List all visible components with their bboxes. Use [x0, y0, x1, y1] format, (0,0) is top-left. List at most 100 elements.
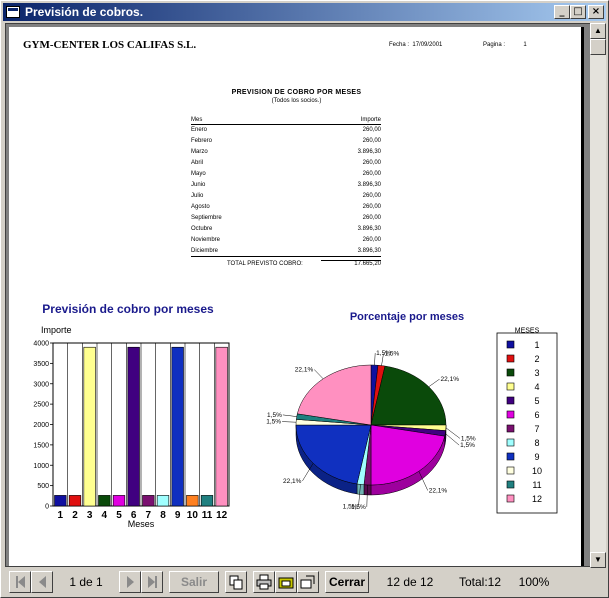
bar-11	[200, 495, 214, 507]
last-bar-icon	[154, 576, 157, 588]
pie-leader	[282, 421, 297, 423]
pie-label: 1,5%	[266, 419, 281, 426]
bar-9	[171, 346, 184, 507]
report-subtitle: (Todos los socios.)	[271, 98, 322, 104]
y-tick-label: 1000	[33, 463, 49, 470]
y-tick-label: 0	[45, 504, 49, 511]
pie-chart-title: Porcentaje por meses	[350, 311, 464, 323]
legend-item: 7	[534, 424, 539, 434]
title-bar[interactable]: Previsión de cobros. _ □ ×	[3, 3, 606, 21]
prev-page-button[interactable]	[31, 571, 53, 593]
pie-label: 1,5%	[384, 351, 399, 358]
y-tick-label: 3500	[33, 361, 49, 368]
legend-item: 6	[534, 410, 539, 420]
maximize-button[interactable]: □	[570, 5, 586, 19]
col-importe: Importe	[298, 117, 381, 125]
record-count: 12 de 12	[386, 575, 434, 589]
col-mes: Mes	[191, 117, 299, 125]
table-row: Enero 260,00	[191, 125, 381, 136]
bar-5	[112, 495, 126, 507]
legend-item: 11	[532, 480, 541, 490]
legend-swatch	[506, 466, 515, 475]
record-total: Total:12	[458, 575, 502, 589]
month-amount: 3.896,30	[357, 226, 381, 232]
legend-swatch	[506, 494, 515, 503]
month-amount: 3.896,30	[298, 245, 381, 257]
page-setup-icon	[229, 575, 243, 590]
month-name: Marzo	[191, 149, 208, 155]
months-table: Mes Importe Enero 260,00 Febrero 260,00 Marz…	[191, 117, 381, 257]
table-row: Noviembre 260,00	[191, 235, 381, 246]
table-row: Marzo 3.896,30	[191, 147, 381, 158]
printer-icon	[256, 574, 272, 590]
month-name: Julio	[191, 193, 204, 199]
month-name: Agosto	[191, 204, 210, 210]
print-button[interactable]	[253, 571, 275, 593]
month-amount: 260,00	[362, 171, 381, 177]
month-amount: 260,00	[362, 237, 381, 243]
legend-box	[496, 332, 558, 514]
pie-leader	[445, 433, 460, 446]
table-row: Febrero 260,00	[191, 136, 381, 147]
legend-item: 5	[534, 396, 539, 406]
x-tick-label: 10	[187, 510, 199, 521]
x-tick-label: 1	[58, 510, 64, 521]
scroll-up-button[interactable]: ▲	[590, 23, 606, 39]
bar-8	[156, 495, 170, 507]
export-icon	[278, 577, 294, 589]
page-setup-button[interactable]	[225, 571, 247, 593]
y-tick-label: 2500	[33, 402, 49, 409]
bar-4	[98, 495, 111, 507]
pie-label: 22,1%	[283, 478, 302, 485]
table-row: Diciembre 3.896,30	[191, 245, 381, 257]
scroll-thumb[interactable]	[590, 39, 606, 55]
x-axis-label: Meses	[128, 519, 155, 529]
email-button[interactable]	[297, 571, 319, 593]
table-row: Octubre 3.896,30	[191, 224, 381, 235]
pie-label: 1,5%	[460, 442, 475, 449]
legend-swatch	[506, 480, 515, 489]
y-axis-label: Importe	[41, 325, 72, 335]
x-tick-label: 4	[102, 510, 108, 521]
x-tick-label: 9	[175, 510, 181, 521]
next-page-button[interactable]	[119, 571, 141, 593]
x-tick-label: 5	[116, 510, 122, 521]
legend-swatch	[506, 452, 515, 461]
date-label: Fecha :	[389, 42, 410, 48]
pie-leader	[374, 353, 376, 366]
export-button[interactable]	[275, 571, 297, 593]
y-tick-label: 2000	[33, 422, 49, 429]
close-button[interactable]: ×	[588, 5, 604, 19]
bar-1	[54, 495, 67, 507]
pie-label: 1,5%	[267, 412, 282, 419]
mail-icon	[300, 575, 315, 589]
legend-swatch	[506, 438, 515, 447]
first-page-icon	[17, 576, 25, 588]
minimize-button[interactable]: _	[554, 5, 570, 19]
table-row: Julio 260,00	[191, 191, 381, 202]
last-page-button[interactable]	[141, 571, 163, 593]
table-row: Junio 3.896,30	[191, 180, 381, 191]
bar-7	[142, 495, 155, 507]
table-row: Agosto 260,00	[191, 202, 381, 213]
title-buttons: _ □ ×	[554, 5, 604, 19]
month-name: Abril	[191, 160, 204, 166]
scroll-down-button[interactable]: ▼	[590, 552, 606, 568]
pie-chart: Porcentaje por meses1,5%1,5%22,1%1,5%1,5…	[266, 311, 558, 514]
report-viewport[interactable]: GYM-CENTER LOS CALIFAS S.L. Fecha : 17/0…	[5, 23, 591, 567]
legend-item: 9	[534, 452, 539, 462]
month-name: Enero	[191, 127, 208, 134]
cerrar-button[interactable]: Cerrar	[325, 571, 369, 593]
month-amount: 260,00	[362, 204, 381, 210]
salir-button[interactable]: Salir	[169, 571, 219, 593]
first-page-button[interactable]	[9, 571, 31, 593]
vertical-scrollbar[interactable]: ▲ ▼	[590, 23, 606, 568]
month-name: Octubre	[191, 226, 213, 232]
month-name: Junio	[191, 182, 206, 188]
bar-chart-title: Previsión de cobro por meses	[42, 302, 214, 316]
legend-item: 2	[534, 354, 539, 364]
company-name: GYM-CENTER LOS CALIFAS S.L.	[23, 39, 197, 51]
legend-swatch	[506, 396, 515, 405]
x-tick-label: 11	[202, 510, 213, 521]
y-tick-label: 1500	[33, 442, 49, 449]
